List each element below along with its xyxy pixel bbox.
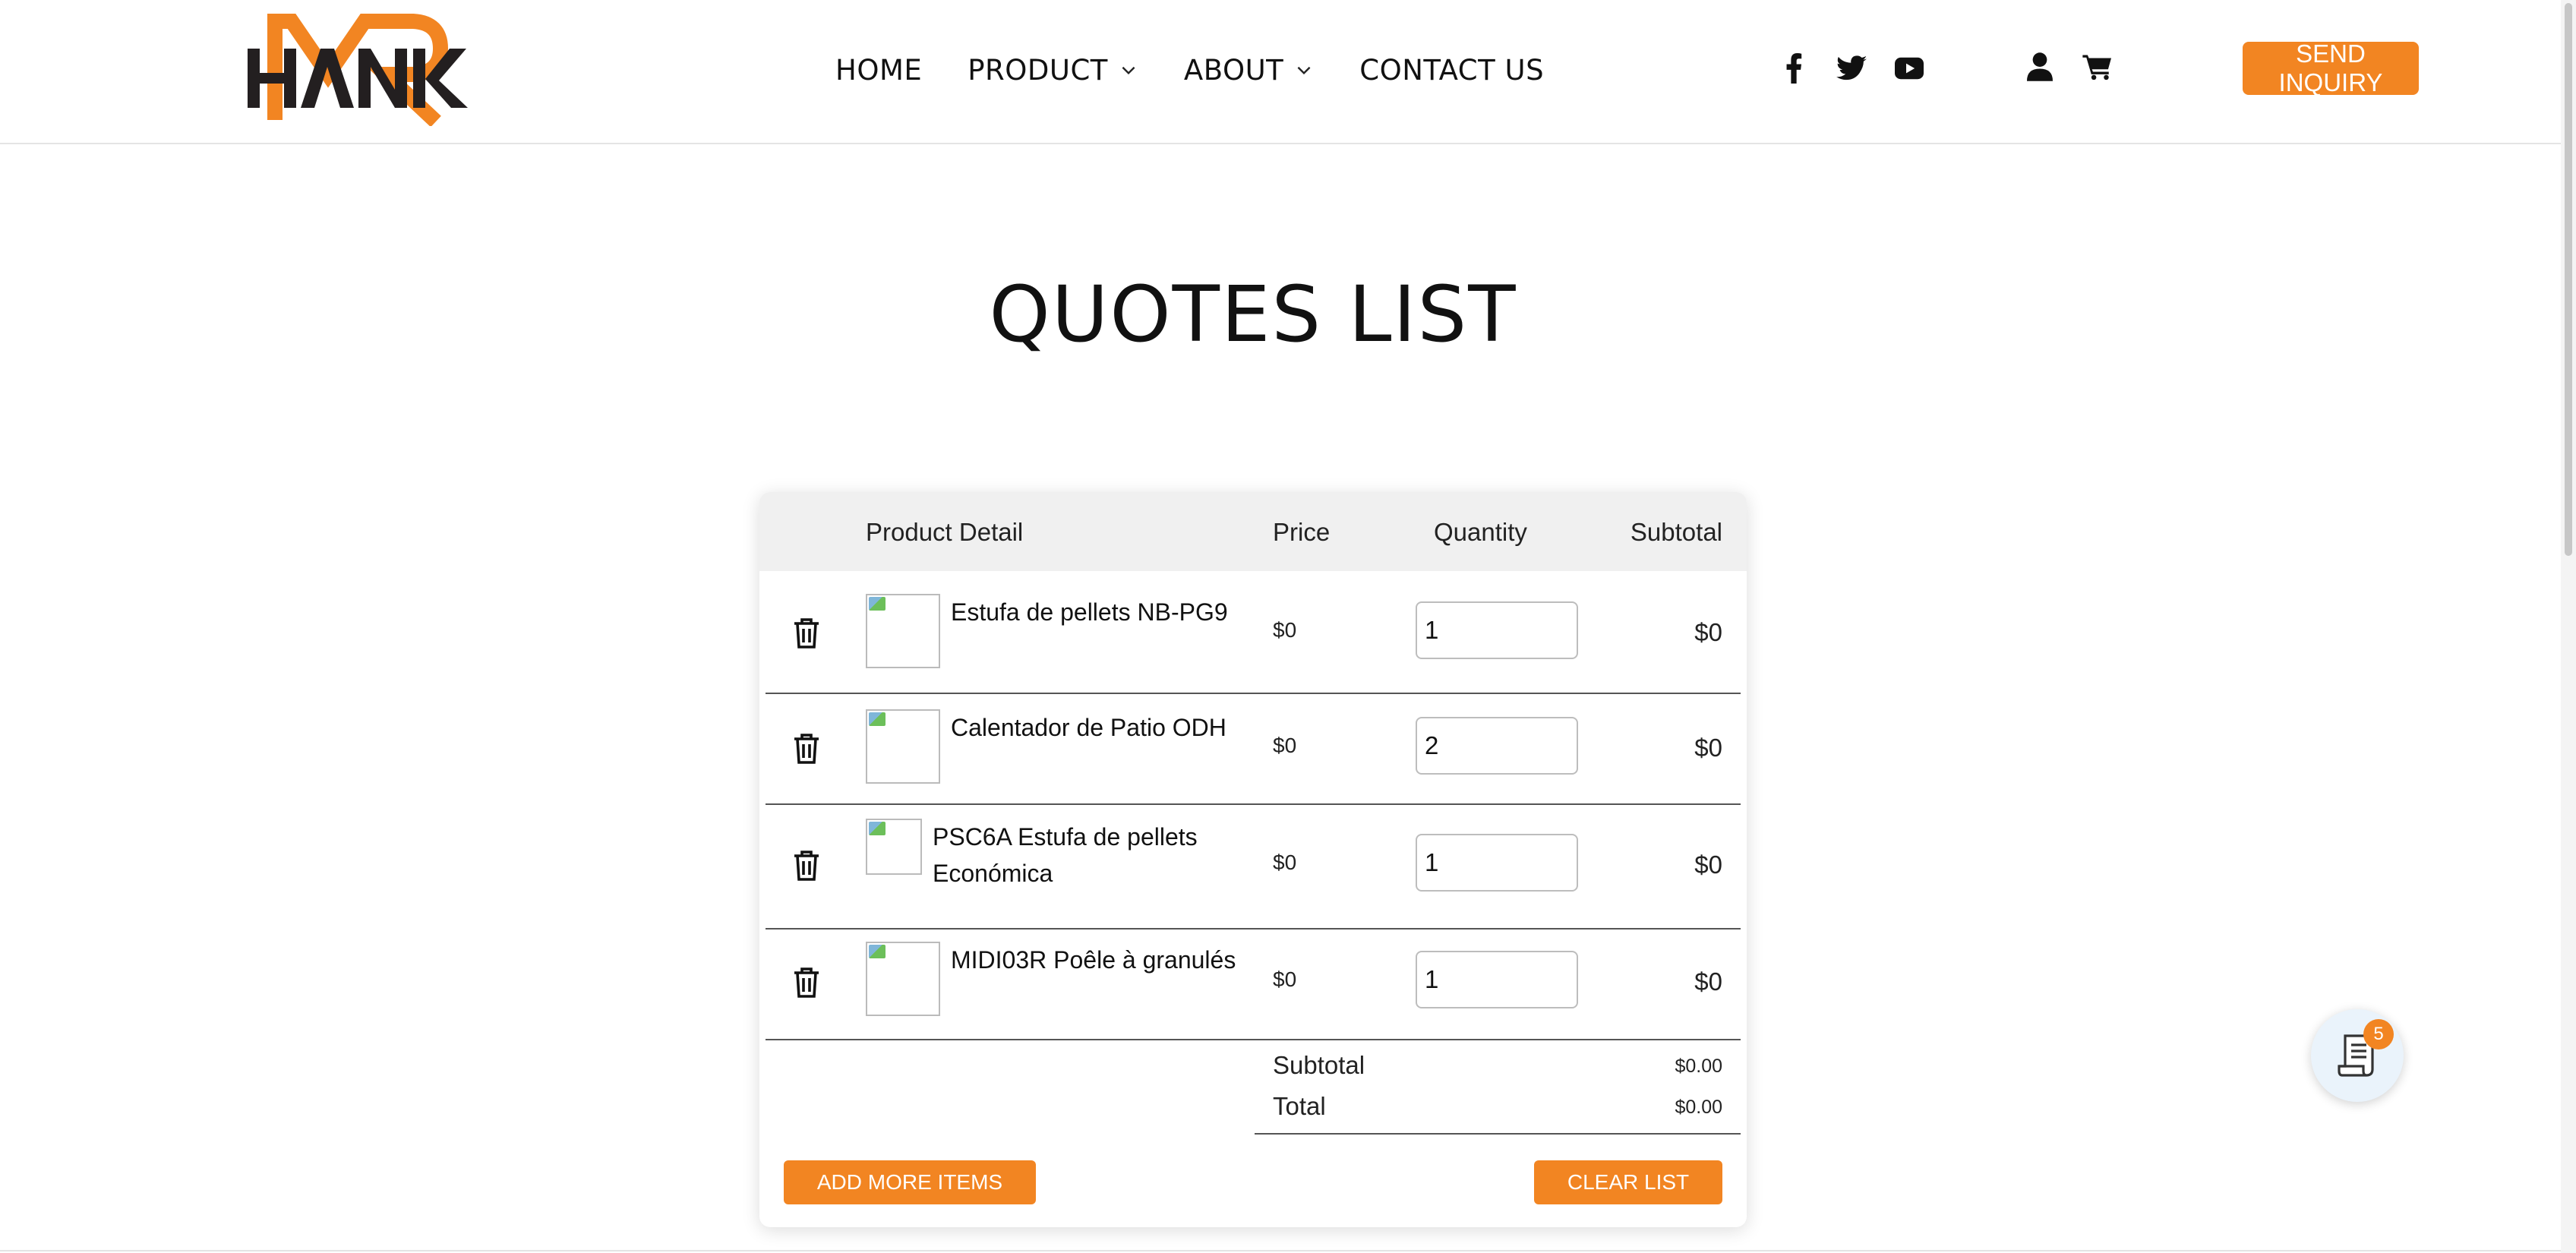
header-product-detail: Product Detail [866, 518, 1024, 546]
summary-total-value: $0.00 [1675, 1097, 1722, 1118]
quantity-input[interactable] [1416, 601, 1578, 659]
quantity-input[interactable] [1416, 951, 1578, 1008]
product-price: $0 [1273, 734, 1297, 757]
row-subtotal: $0 [1694, 734, 1722, 762]
summary-total-label: Total [1273, 1092, 1326, 1120]
header-subtotal: Subtotal [1630, 518, 1722, 546]
trash-icon[interactable] [793, 967, 820, 998]
product-price: $0 [1273, 967, 1297, 991]
summary-subtotal-value: $0.00 [1675, 1056, 1722, 1077]
nav-product-label: PRODUCT [968, 53, 1108, 87]
product-thumbnail[interactable] [866, 819, 922, 875]
add-more-items-button[interactable]: ADD MORE ITEMS [784, 1160, 1036, 1204]
quote-list-card: Product Detail Price Quantity Subtotal E… [759, 492, 1747, 1227]
row-subtotal: $0 [1694, 851, 1722, 879]
site-header: HOME PRODUCT ABOUT CONTACT US SEND INQUI… [0, 0, 2561, 144]
product-thumbnail[interactable] [866, 594, 940, 668]
scrollbar-thumb[interactable] [2565, 3, 2572, 556]
clear-list-button[interactable]: CLEAR LIST [1534, 1160, 1722, 1204]
cart-icon[interactable] [2081, 50, 2114, 84]
product-thumbnail[interactable] [866, 709, 940, 784]
quote-count-badge: 5 [2363, 1019, 2394, 1049]
table-row: Estufa de pellets NB-PG9 $0 $0 [766, 571, 1741, 694]
nav-about[interactable]: ABOUT [1184, 54, 1314, 87]
account-tools [2023, 50, 2139, 84]
send-inquiry-button[interactable]: SEND INQUIRY [2243, 39, 2419, 96]
footer-divider [0, 1250, 2561, 1251]
product-name[interactable]: PSC6A Estufa de pellets Económica [933, 819, 1252, 892]
nav-contact-us[interactable]: CONTACT US [1359, 54, 1544, 87]
summary-divider [1255, 1133, 1741, 1135]
product-thumbnail[interactable] [866, 942, 940, 1016]
twitter-icon[interactable] [1835, 52, 1868, 85]
summary-subtotal-label: Subtotal [1273, 1051, 1365, 1079]
product-name[interactable]: MIDI03R Poêle à granulés [951, 942, 1270, 978]
table-header: Product Detail Price Quantity Subtotal [759, 492, 1747, 571]
main-nav: HOME PRODUCT ABOUT CONTACT US [835, 46, 1589, 94]
social-links [1777, 50, 1950, 87]
trash-icon[interactable] [793, 734, 820, 764]
nav-product[interactable]: PRODUCT [968, 54, 1138, 87]
table-row: Calentador de Patio ODH $0 $0 [766, 694, 1741, 805]
youtube-icon[interactable] [1893, 52, 1926, 85]
chevron-down-icon [1297, 66, 1311, 75]
page-scrollbar[interactable] [2561, 0, 2576, 1253]
product-name[interactable]: Estufa de pellets NB-PG9 [951, 594, 1270, 630]
nav-about-label: ABOUT [1183, 53, 1284, 87]
product-price: $0 [1273, 618, 1297, 642]
chevron-down-icon [1122, 66, 1135, 75]
table-row: MIDI03R Poêle à granulés $0 $0 [766, 929, 1741, 1040]
quantity-input[interactable] [1416, 717, 1578, 775]
product-price: $0 [1273, 851, 1297, 874]
quantity-input[interactable] [1416, 834, 1578, 892]
trash-icon[interactable] [793, 851, 820, 881]
table-row: PSC6A Estufa de pellets Económica $0 $0 [766, 805, 1741, 929]
row-subtotal: $0 [1694, 618, 1722, 646]
quote-list-widget-button[interactable] [2311, 1009, 2404, 1102]
row-subtotal: $0 [1694, 967, 1722, 996]
nav-home-label: HOME [835, 53, 923, 87]
nav-home[interactable]: HOME [835, 54, 922, 87]
nav-contact-label: CONTACT US [1359, 53, 1545, 87]
header-price: Price [1273, 518, 1331, 546]
page-title: QUOTES LIST [989, 270, 1517, 360]
header-quantity: Quantity [1434, 518, 1527, 546]
user-icon[interactable] [2023, 50, 2057, 84]
facebook-icon[interactable] [1777, 52, 1810, 85]
trash-icon[interactable] [793, 618, 820, 649]
product-name[interactable]: Calentador de Patio ODH [951, 709, 1270, 746]
hank-logo[interactable] [245, 14, 472, 126]
